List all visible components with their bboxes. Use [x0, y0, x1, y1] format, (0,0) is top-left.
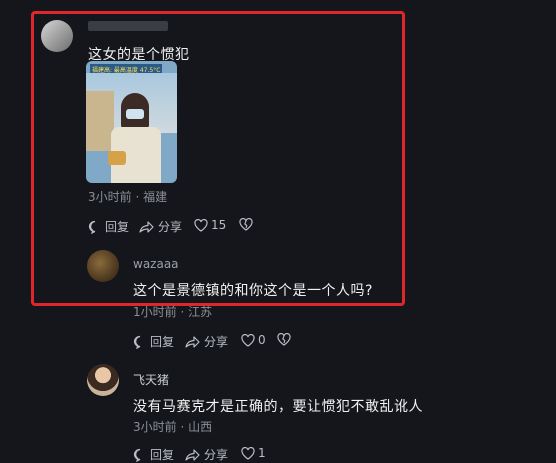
- broken-heart-icon: [277, 333, 291, 346]
- like-button[interactable]: 0: [241, 333, 266, 347]
- comment-text: 没有马赛克才是正确的，要让惯犯不敢乱讹人: [133, 399, 423, 415]
- comment-time-location: 3小时前 · 山西: [133, 420, 213, 434]
- share-arrow-icon: [185, 448, 200, 461]
- dislike-button[interactable]: [239, 218, 253, 231]
- heart-icon: [241, 333, 255, 347]
- comment-username[interactable]: wazaaa: [133, 257, 179, 271]
- reply-label: 回复: [150, 448, 175, 462]
- reply-button[interactable]: 回复: [133, 446, 174, 463]
- reply-label: 回复: [150, 335, 175, 349]
- reply-button[interactable]: 回复: [133, 333, 174, 350]
- dislike-button[interactable]: [277, 333, 291, 346]
- heart-icon: [194, 218, 208, 232]
- comment-bubble-icon: [133, 448, 141, 462]
- comment-time-location: 3小时前 · 福建: [88, 190, 168, 204]
- avatar[interactable]: [87, 250, 119, 282]
- thumbnail-bag: [108, 151, 126, 165]
- like-count: 15: [211, 218, 227, 232]
- comment-bubble-icon: [88, 220, 96, 234]
- avatar[interactable]: [87, 364, 119, 396]
- like-button[interactable]: 1: [241, 446, 266, 460]
- share-arrow-icon: [139, 220, 154, 233]
- comment-time-location: 1小时前 · 江苏: [133, 305, 213, 319]
- comment-text: 这个是景德镇的和你这个是一个人吗?: [133, 283, 373, 299]
- comment-username[interactable]: 飞天猪: [133, 371, 169, 388]
- share-label: 分享: [204, 335, 229, 349]
- comment-bubble-icon: [133, 335, 141, 349]
- share-label: 分享: [204, 448, 229, 462]
- like-count: 1: [258, 446, 266, 460]
- share-label: 分享: [158, 220, 183, 234]
- share-button[interactable]: 分享: [185, 446, 228, 463]
- avatar[interactable]: [41, 20, 73, 52]
- reply-button[interactable]: 回复: [88, 218, 129, 235]
- share-arrow-icon: [185, 335, 200, 348]
- like-count: 0: [258, 333, 266, 347]
- like-button[interactable]: 15: [194, 218, 226, 232]
- thumbnail-mask: [126, 109, 144, 119]
- thumbnail-building: [86, 91, 114, 151]
- comment-image-thumbnail[interactable]: 福建高: 最高温度 47.5°C: [86, 61, 177, 183]
- share-button[interactable]: 分享: [139, 218, 182, 235]
- reply-label: 回复: [105, 220, 130, 234]
- comment-username[interactable]: [88, 21, 168, 31]
- heart-icon: [241, 446, 255, 460]
- share-button[interactable]: 分享: [185, 333, 228, 350]
- broken-heart-icon: [239, 218, 253, 231]
